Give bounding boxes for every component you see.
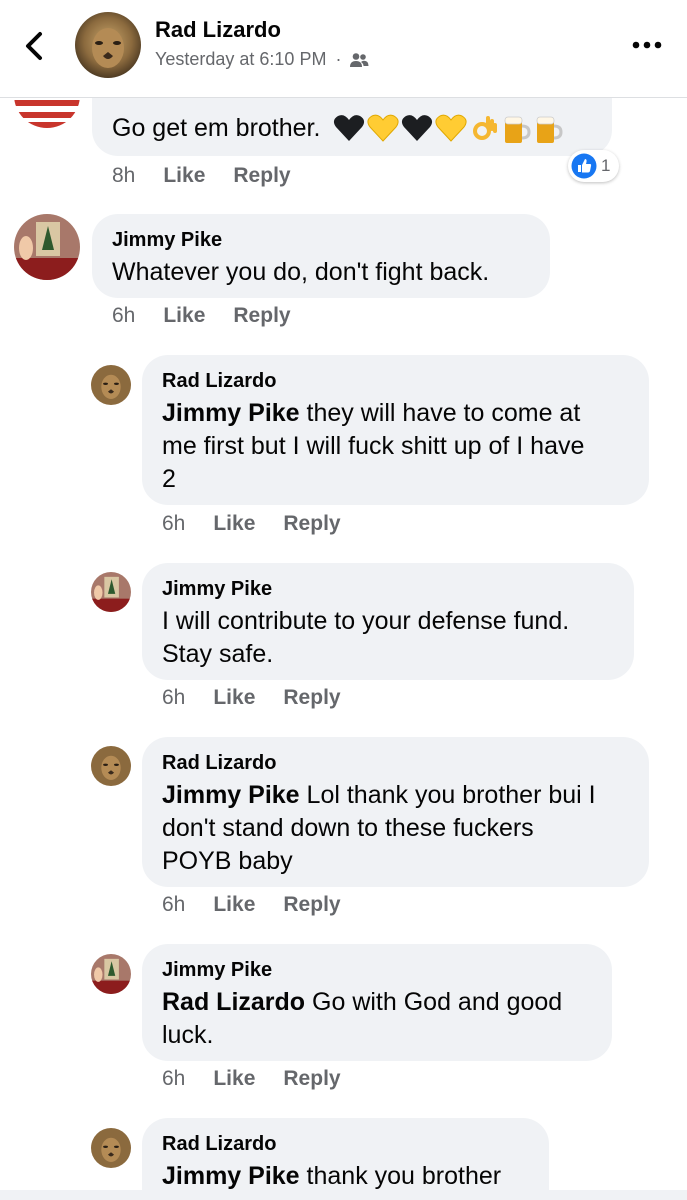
like-button[interactable]: Like: [213, 512, 255, 536]
lion-avatar-image: [91, 365, 131, 405]
mention-link[interactable]: Jimmy Pike: [162, 781, 300, 809]
thumbs-up-reaction-icon: [571, 153, 597, 179]
meta-separator: ·: [335, 49, 342, 69]
comment-text-line: POYB baby: [162, 847, 293, 875]
page-title[interactable]: Rad Lizardo: [155, 17, 281, 43]
black-heart-icon: [401, 113, 433, 145]
comment-actions: 6h Like Reply: [162, 512, 341, 536]
beer-mug-icon: [501, 113, 531, 145]
comment-actions: 6h Like Reply: [162, 893, 341, 917]
back-button[interactable]: [20, 28, 50, 64]
comment-text-line: luck.: [162, 1021, 214, 1049]
reply-button[interactable]: Reply: [233, 164, 290, 188]
reply-button[interactable]: Reply: [283, 1067, 340, 1091]
reply-button[interactable]: Reply: [283, 893, 340, 917]
lion-avatar-image: [91, 1128, 131, 1168]
comment-text-line: 2: [162, 465, 176, 493]
comment-text-line: I will contribute to your defense fund.: [162, 607, 570, 635]
room-avatar-image: [91, 954, 131, 994]
comment-actions: 8h Like Reply: [112, 164, 291, 188]
post-meta: Yesterday at 6:10 PM ·: [155, 49, 369, 70]
post-timestamp[interactable]: Yesterday at 6:10 PM: [155, 49, 326, 70]
more-icon: [632, 41, 662, 49]
emoji-row: [333, 113, 563, 145]
mention-link[interactable]: Jimmy Pike: [162, 399, 300, 427]
black-heart-icon: [333, 113, 365, 145]
comment-time: 8h: [112, 164, 136, 187]
comment-text-line: Lol thank you brother bui I: [299, 781, 596, 809]
comment-text-line: don't stand down to these fuckers: [162, 814, 534, 842]
comment-text: Whatever you do, don't fight back.: [112, 258, 490, 286]
room-avatar-image: [14, 214, 80, 280]
comment-text: Jimmy Pike Lol thank you brother bui I: [162, 779, 596, 812]
room-avatar-image: [91, 572, 131, 612]
friends-icon: [350, 52, 369, 67]
lion-avatar-image: [91, 746, 131, 786]
comment-actions: 6h Like Reply: [162, 686, 341, 710]
comment-author[interactable]: Jimmy Pike: [162, 578, 272, 601]
comment-text-line: thank you brother: [299, 1162, 502, 1190]
post-header: Rad Lizardo Yesterday at 6:10 PM ·: [0, 0, 687, 98]
avatar[interactable]: [91, 1128, 131, 1168]
comment-time: 6h: [162, 686, 186, 709]
chevron-left-icon: [26, 32, 42, 60]
avatar[interactable]: [91, 572, 131, 612]
yellow-heart-icon: [435, 113, 467, 145]
comment-author[interactable]: Jimmy Pike: [112, 229, 222, 252]
comment-text: Rad Lizardo Go with God and good: [162, 986, 562, 1019]
comment-actions: 6h Like Reply: [162, 1067, 341, 1091]
reply-button[interactable]: Reply: [283, 512, 340, 536]
yellow-heart-icon: [367, 113, 399, 145]
beer-mug-icon: [533, 113, 563, 145]
mention-link[interactable]: Jimmy Pike: [162, 1162, 300, 1190]
avatar[interactable]: [91, 746, 131, 786]
reaction-count: 1: [601, 156, 611, 175]
comment-time: 6h: [162, 893, 186, 916]
reaction-summary[interactable]: 1: [568, 150, 620, 182]
like-button[interactable]: Like: [213, 1067, 255, 1091]
lion-avatar-image: [75, 12, 141, 78]
comment-actions: 6h Like Reply: [112, 304, 291, 328]
avatar[interactable]: [91, 365, 131, 405]
like-button[interactable]: Like: [163, 304, 205, 328]
comment-author[interactable]: Rad Lizardo: [162, 752, 276, 775]
like-button[interactable]: Like: [213, 686, 255, 710]
avatar[interactable]: [75, 12, 141, 78]
comment-author[interactable]: Rad Lizardo: [162, 1133, 276, 1156]
comment-text-line: Go with God and good: [305, 988, 563, 1016]
avatar[interactable]: [14, 214, 80, 280]
comment-text: Go get em brother.: [112, 112, 563, 145]
comment-time: 6h: [112, 304, 136, 327]
bottom-edge: [0, 1190, 687, 1200]
comment-text-line: Stay safe.: [162, 640, 274, 668]
comment-time: 6h: [162, 1067, 186, 1090]
comment-text-line: they will have to come at: [299, 399, 581, 427]
comment-time: 6h: [162, 512, 186, 535]
comment-author[interactable]: Jimmy Pike: [162, 959, 272, 982]
reply-button[interactable]: Reply: [283, 686, 340, 710]
ok-hand-icon: [469, 113, 499, 145]
like-button[interactable]: Like: [163, 164, 205, 188]
comment-author[interactable]: Rad Lizardo: [162, 370, 276, 393]
avatar[interactable]: [91, 954, 131, 994]
more-button[interactable]: [632, 38, 662, 50]
comment-text: Jimmy Pike thank you brother: [162, 1160, 501, 1193]
comment-text-line: me first but I will fuck shitt up of I h…: [162, 432, 585, 460]
comment-text: Jimmy Pike they will have to come at: [162, 397, 580, 430]
like-button[interactable]: Like: [213, 893, 255, 917]
comment-text-content: Go get em brother.: [112, 114, 321, 142]
reply-button[interactable]: Reply: [233, 304, 290, 328]
mention-link[interactable]: Rad Lizardo: [162, 988, 305, 1016]
